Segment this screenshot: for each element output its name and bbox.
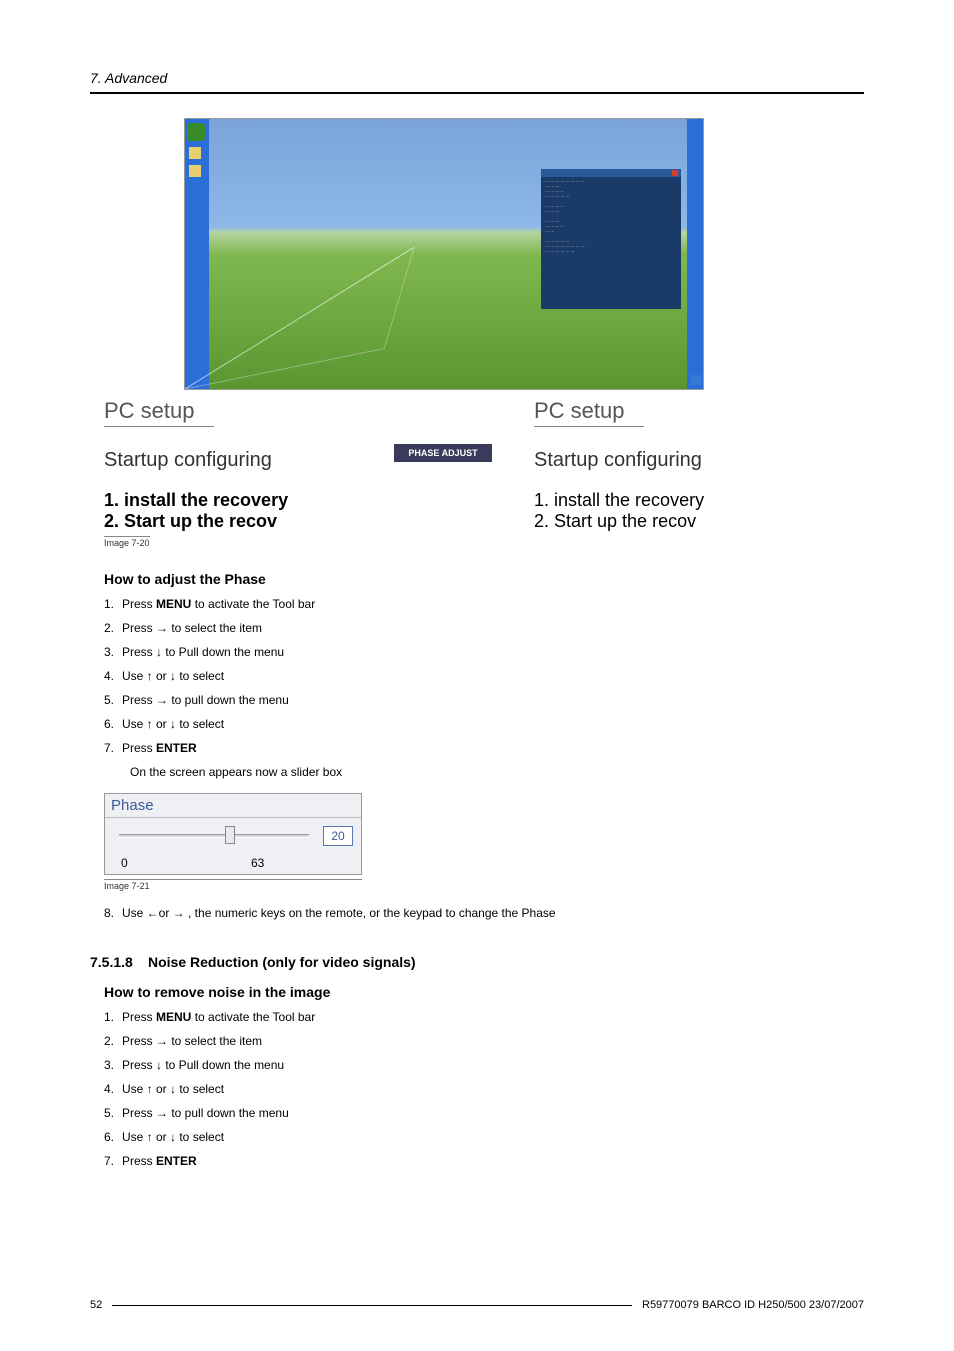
list-item: 5.Press → to pull down the menu	[104, 1106, 864, 1120]
step-text: Use ↑ or ↓ to select	[122, 669, 224, 683]
step-text: to activate the Tool bar	[191, 1010, 315, 1024]
startup-configuring-label-right: Startup configuring	[534, 449, 764, 472]
slider-track	[119, 834, 309, 838]
list-item: 7.Press ENTER	[104, 741, 864, 755]
xp-taskbar	[185, 119, 209, 389]
step-bold: MENU	[156, 1010, 191, 1024]
list-item: 4.Use ↑ or ↓ to select	[104, 1082, 864, 1096]
slider-caption: Image 7-21	[104, 879, 362, 891]
noise-subtitle: How to remove noise in the image	[104, 984, 864, 1000]
slider-thumb	[225, 826, 235, 844]
step-text: Press → to select the item	[122, 621, 262, 635]
xp-sidebar-right	[687, 119, 703, 389]
phase-section-title: How to adjust the Phase	[104, 571, 864, 587]
slider-title: Phase	[105, 794, 361, 818]
step-text: Use ↑ or ↓ to select	[122, 717, 224, 731]
list-item: 3.Press ↓ to Pull down the menu	[104, 645, 864, 659]
list-item: 3.Press ↓ to Pull down the menu	[104, 1058, 864, 1072]
list-item: 6.Use ↑ or ↓ to select	[104, 717, 864, 731]
list-item: 2.Press → to select the item	[104, 621, 864, 635]
page-number: 52	[90, 1299, 102, 1311]
figure-step-2-right: 2. Start up the recov	[534, 511, 764, 532]
slider-value: 20	[323, 826, 353, 846]
list-item: 1.Press MENU to activate the Tool bar	[104, 1010, 864, 1024]
step-text: to activate the Tool bar	[191, 597, 315, 611]
pc-setup-label-right: PC setup	[534, 398, 764, 424]
step-text: Press	[122, 1010, 156, 1024]
taskbar-icon	[189, 165, 201, 177]
figure-screenshot: ··· ··· ··· ··· ··· ··· ··· ······ ··· ·…	[184, 118, 704, 390]
figure-step-1: 1. install the recovery	[104, 490, 374, 511]
section-title: Noise Reduction (only for video signals)	[148, 954, 416, 970]
list-item: 6.Use ↑ or ↓ to select	[104, 1130, 864, 1144]
phase-steps-list: 1.Press MENU to activate the Tool bar 2.…	[104, 597, 864, 755]
step-bold: ENTER	[156, 741, 197, 755]
step-text: Press	[122, 1154, 156, 1168]
footer-info: R59770079 BARCO ID H250/500 23/07/2007	[642, 1299, 864, 1311]
step-text: Use ←or → , the numeric keys on the remo…	[122, 906, 556, 920]
start-button-icon	[187, 123, 205, 141]
figure-mid-column: PHASE ADJUST	[394, 392, 504, 549]
figure-caption: Image 7-20	[104, 536, 150, 548]
step-text: Use ↑ or ↓ to select	[122, 1082, 224, 1096]
phase-slider-box: Phase 20 0 63	[104, 793, 362, 875]
step-bold: MENU	[156, 597, 191, 611]
step-text: Press	[122, 597, 156, 611]
notepad-window: ··· ··· ··· ··· ··· ··· ··· ······ ··· ·…	[541, 169, 681, 309]
phase-adjust-badge: PHASE ADJUST	[394, 444, 492, 462]
header-rule	[90, 92, 864, 94]
list-item: 7.Press ENTER	[104, 1154, 864, 1168]
notepad-titlebar	[541, 169, 681, 177]
taskbar-icon	[189, 147, 201, 159]
step-bold: ENTER	[156, 1154, 197, 1168]
chapter-header: 7. Advanced	[90, 70, 864, 86]
step-text: Press → to pull down the menu	[122, 693, 289, 707]
slider-min: 0	[121, 856, 128, 870]
figure-left-column: PC setup Startup configuring 1. install …	[104, 392, 374, 549]
tray-icon	[691, 375, 701, 385]
footer-rule	[112, 1305, 632, 1306]
step-text: Press	[122, 741, 156, 755]
list-item: 1.Press MENU to activate the Tool bar	[104, 597, 864, 611]
figure-step-2: 2. Start up the recov	[104, 511, 374, 532]
startup-configuring-label: Startup configuring	[104, 449, 374, 472]
underline	[104, 426, 214, 427]
page-footer: 52 R59770079 BARCO ID H250/500 23/07/200…	[90, 1299, 864, 1311]
noise-section-heading: 7.5.1.8Noise Reduction (only for video s…	[90, 954, 864, 970]
slider-body: 20 0 63	[105, 818, 361, 874]
close-icon	[672, 170, 678, 176]
list-item: 5.Press → to pull down the menu	[104, 693, 864, 707]
phase-step-8-list: 8.Use ←or → , the numeric keys on the re…	[104, 906, 864, 920]
noise-steps-list: 1.Press MENU to activate the Tool bar 2.…	[104, 1010, 864, 1168]
step-text: Press ↓ to Pull down the menu	[122, 1058, 284, 1072]
slider-max: 63	[251, 856, 264, 870]
figure-step-1-right: 1. install the recovery	[534, 490, 764, 511]
pc-setup-label: PC setup	[104, 398, 374, 424]
step-result-text: On the screen appears now a slider box	[130, 765, 864, 779]
section-number: 7.5.1.8	[90, 954, 148, 970]
figure-right-column: PC setup Startup configuring 1. install …	[534, 392, 764, 549]
underline	[534, 426, 644, 427]
step-text: Use ↑ or ↓ to select	[122, 1130, 224, 1144]
step-text: Press → to pull down the menu	[122, 1106, 289, 1120]
list-item: 8.Use ←or → , the numeric keys on the re…	[104, 906, 864, 920]
step-text: Press → to select the item	[122, 1034, 262, 1048]
list-item: 4.Use ↑ or ↓ to select	[104, 669, 864, 683]
step-text: Press ↓ to Pull down the menu	[122, 645, 284, 659]
list-item: 2.Press → to select the item	[104, 1034, 864, 1048]
